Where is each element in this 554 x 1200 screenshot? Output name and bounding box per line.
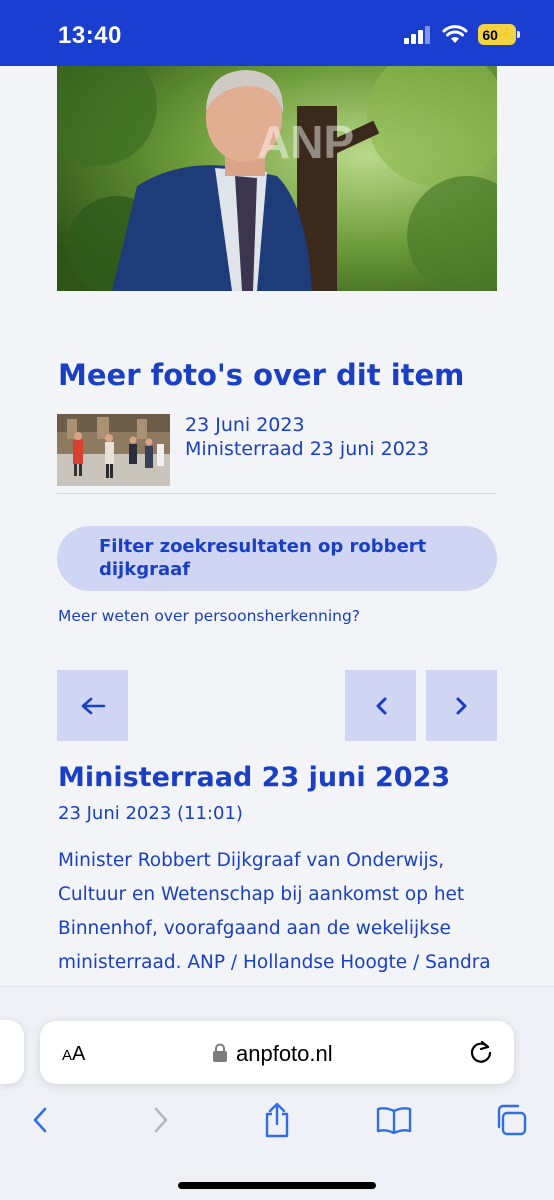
chevron-left-icon [376, 697, 386, 714]
browser-back-button[interactable] [20, 1102, 60, 1138]
status-icons: 60 ⚡ [404, 24, 520, 45]
divider [57, 493, 497, 494]
wifi-icon [442, 25, 468, 43]
arrow-left-icon [81, 697, 105, 714]
share-icon [265, 1102, 289, 1138]
more-photos-heading: Meer foto's over dit item [58, 358, 465, 392]
lock-icon [213, 1043, 227, 1062]
related-item-date: 23 Juni 2023 [185, 414, 305, 436]
chevron-left-icon [33, 1107, 47, 1133]
filter-person-button[interactable]: Filter zoekresultaten op robbert dijkgra… [57, 526, 497, 591]
tabs-button[interactable] [491, 1102, 531, 1138]
home-indicator [178, 1182, 376, 1189]
browser-forward-button[interactable] [141, 1102, 181, 1138]
back-button[interactable] [57, 670, 128, 741]
browser-toolbar [0, 986, 554, 1200]
share-button[interactable] [257, 1102, 297, 1138]
status-bar: 13:40 60 ⚡ [0, 0, 554, 66]
previous-photo-button[interactable] [345, 670, 416, 741]
previous-tab-preview[interactable] [0, 1020, 24, 1084]
face-recognition-info-link[interactable]: Meer weten over persoonsherkenning? [58, 607, 360, 625]
book-icon [376, 1107, 412, 1134]
next-photo-button[interactable] [426, 670, 497, 741]
photo-datetime: 23 Juni 2023 (11:01) [58, 803, 243, 824]
photo-title: Ministerraad 23 juni 2023 [58, 762, 451, 793]
url-text[interactable]: anpfoto.nl [236, 1041, 333, 1067]
bookmarks-button[interactable] [374, 1102, 414, 1138]
battery-indicator: 60 ⚡ [478, 24, 520, 45]
reload-icon[interactable] [468, 1039, 494, 1065]
related-item[interactable]: 23 Juni 2023 Ministerraad 23 juni 2023 [57, 414, 497, 486]
battery-level: 60 [482, 26, 498, 43]
text-size-button[interactable]: AA [62, 1043, 85, 1066]
hero-photo: ANP [57, 66, 497, 291]
chevron-right-icon [154, 1107, 168, 1133]
tabs-icon [497, 1104, 527, 1136]
related-item-thumbnail[interactable] [57, 414, 170, 486]
chevron-right-icon [456, 697, 466, 714]
cellular-signal-icon [404, 25, 430, 44]
watermark-text: ANP [257, 116, 354, 168]
related-item-title[interactable]: Ministerraad 23 juni 2023 [185, 438, 429, 460]
status-time: 13:40 [58, 22, 122, 49]
address-bar[interactable]: AA anpfoto.nl [40, 1021, 514, 1084]
